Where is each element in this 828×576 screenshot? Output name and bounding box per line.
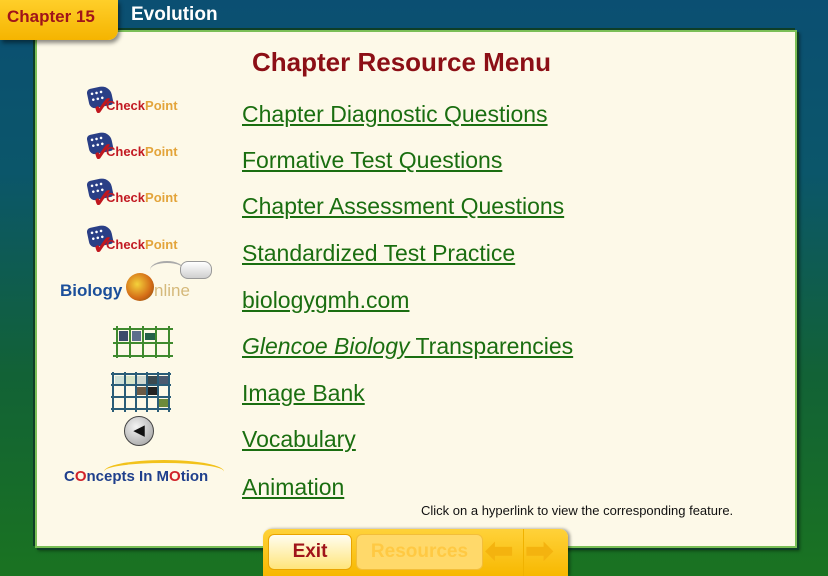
topic-title: Evolution [131, 4, 218, 25]
link-biologygmh[interactable]: biologygmh.com [242, 287, 409, 314]
arrow-right-icon[interactable]: ➡ [525, 532, 554, 570]
link-glencoe-biology-transparencies[interactable]: Glencoe Biology Transparencies [242, 333, 573, 360]
link-chapter-diagnostic-questions[interactable]: Chapter Diagnostic Questions [242, 101, 548, 128]
concepts-in-motion-icon[interactable]: COncepts In MOtion [64, 460, 224, 492]
exit-button[interactable]: Exit [268, 534, 352, 570]
image-bank-grid-icon[interactable] [111, 372, 171, 417]
checkpoint-icon[interactable]: ●●● ●●● ✓ CheckPoint [86, 223, 184, 260]
mouse-icon [180, 261, 212, 279]
link-animation[interactable]: Animation [242, 474, 344, 501]
menu-title: Chapter Resource Menu [252, 47, 552, 77]
speaker-icon[interactable]: ◀ [124, 416, 154, 446]
resources-button[interactable]: Resources [356, 534, 483, 570]
checkpoint-icon[interactable]: ●●● ●●● ✓ CheckPoint [86, 130, 184, 167]
hint-text: Click on a hyperlink to view the corresp… [421, 503, 734, 518]
checkpoint-icon[interactable]: ●●● ●●● ✓ CheckPoint [86, 176, 184, 213]
link-image-bank[interactable]: Image Bank [242, 380, 365, 407]
link-chapter-assessment-questions[interactable]: Chapter Assessment Questions [242, 193, 564, 220]
nav-bar: Exit Resources ⬅ ➡ [263, 529, 568, 576]
globe-icon [126, 273, 154, 301]
biology-online-icon[interactable]: Biology nline [60, 259, 220, 309]
divider [523, 529, 524, 576]
link-standardized-test-practice[interactable]: Standardized Test Practice [242, 240, 515, 267]
menu-item: Image Bank [0, 372, 828, 420]
arrow-left-icon[interactable]: ⬅ [485, 532, 514, 570]
chapter-tab: Chapter 15 [0, 0, 118, 40]
transparencies-grid-icon[interactable] [113, 326, 173, 363]
menu-item: Biology nline biologygmh.com [0, 261, 828, 327]
checkpoint-icon[interactable]: ●●● ●●● ✓ CheckPoint [86, 84, 184, 121]
chapter-label: Chapter 15 [7, 7, 95, 26]
menu-item: Glencoe Biology Transparencies [0, 326, 828, 373]
link-vocabulary[interactable]: Vocabulary [242, 426, 356, 453]
link-formative-test-questions[interactable]: Formative Test Questions [242, 147, 502, 174]
